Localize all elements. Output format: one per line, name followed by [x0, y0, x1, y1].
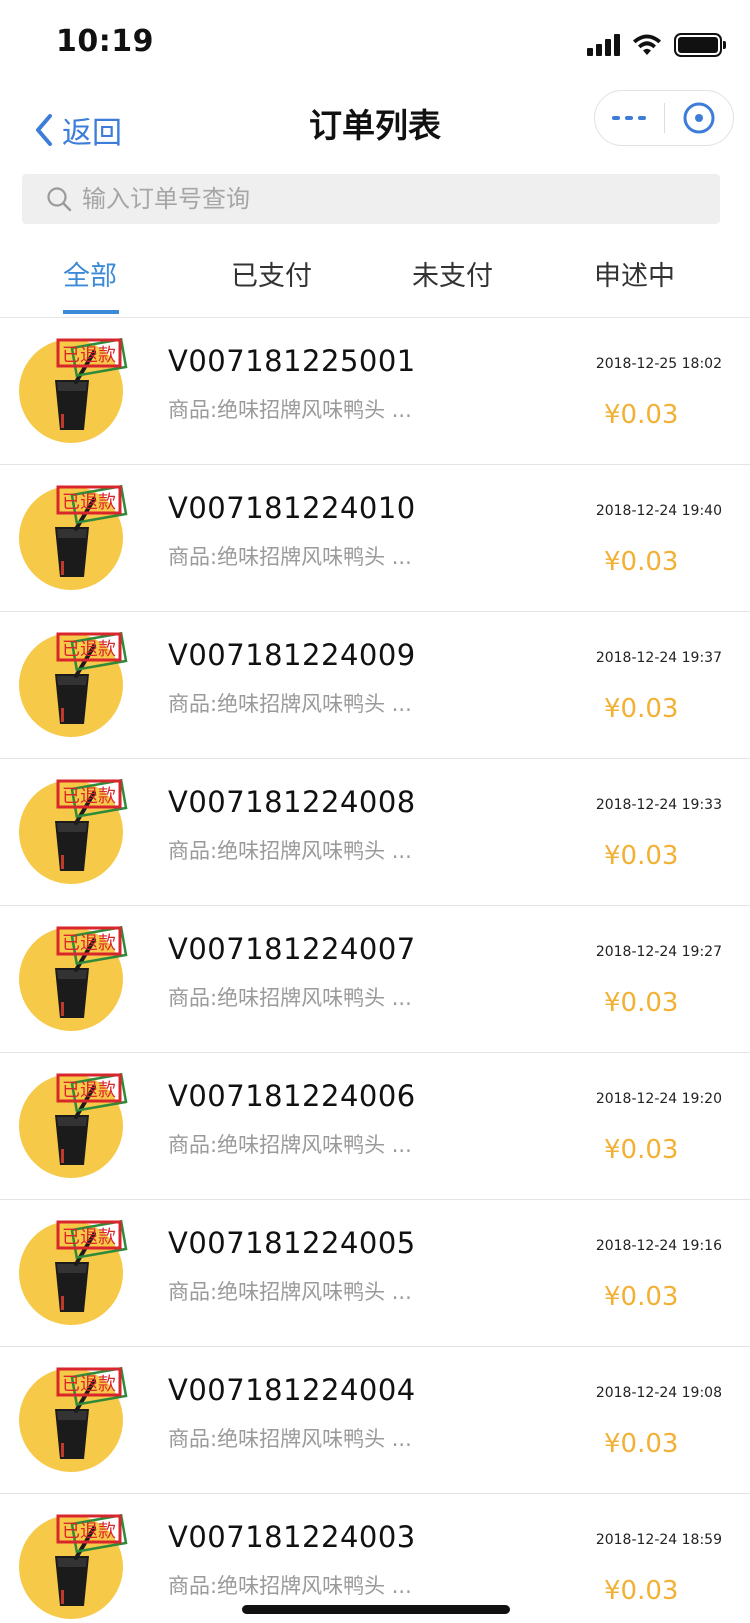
order-number: V007181225001 — [168, 344, 416, 378]
order-list: 已退款 V007181225001 商品:绝味招牌风味鸭头 ... 2018-1… — [0, 318, 750, 1623]
active-tab-indicator — [63, 310, 119, 314]
product-thumbnail-icon: 已退款 — [19, 1513, 128, 1619]
product-thumbnail-icon: 已退款 — [19, 778, 128, 884]
order-time: 2018-12-24 19:27 — [595, 944, 722, 960]
battery-icon — [674, 33, 726, 57]
refunded-stamp: 已退款 — [62, 1227, 116, 1248]
order-number: V007181224003 — [168, 1520, 416, 1554]
home-indicator — [242, 1605, 510, 1614]
order-row[interactable]: 已退款 V007181224008 商品:绝味招牌风味鸭头 ... 2018-1… — [0, 759, 750, 906]
product-thumbnail-icon: 已退款 — [19, 631, 128, 737]
refunded-stamp: 已退款 — [62, 345, 116, 366]
order-price: ¥0.03 — [604, 1429, 679, 1459]
order-time: 2018-12-24 19:40 — [595, 503, 722, 519]
status-bar: 10:19 — [0, 0, 750, 88]
refunded-stamp: 已退款 — [62, 1521, 116, 1542]
order-goods: 商品:绝味招牌风味鸭头 ... — [168, 839, 412, 863]
order-number: V007181224009 — [168, 638, 416, 672]
product-thumbnail-icon: 已退款 — [19, 1072, 128, 1178]
tab-all[interactable]: 全部 — [63, 254, 117, 293]
order-number: V007181224007 — [168, 932, 416, 966]
refunded-stamp: 已退款 — [62, 1374, 116, 1395]
order-price: ¥0.03 — [604, 1282, 679, 1312]
order-time: 2018-12-24 19:33 — [595, 797, 722, 813]
refunded-stamp: 已退款 — [62, 933, 116, 954]
order-number: V007181224004 — [168, 1373, 416, 1407]
tab-unpaid[interactable]: 未支付 — [412, 254, 493, 293]
order-price: ¥0.03 — [604, 988, 679, 1018]
more-dots-icon — [612, 116, 647, 120]
order-number: V007181224005 — [168, 1226, 416, 1260]
tab-paid[interactable]: 已支付 — [231, 254, 312, 293]
order-time: 2018-12-24 19:20 — [595, 1091, 722, 1107]
order-goods: 商品:绝味招牌风味鸭头 ... — [168, 692, 412, 716]
order-row[interactable]: 已退款 V007181224005 商品:绝味招牌风味鸭头 ... 2018-1… — [0, 1200, 750, 1347]
order-goods: 商品:绝味招牌风味鸭头 ... — [168, 545, 412, 569]
filter-tabs: 全部 已支付 未支付 申述中 — [0, 236, 750, 318]
mini-program-capsule — [594, 90, 734, 146]
order-goods: 商品:绝味招牌风味鸭头 ... — [168, 1427, 412, 1451]
order-price: ¥0.03 — [604, 1135, 679, 1165]
order-number: V007181224010 — [168, 491, 416, 525]
product-thumbnail-icon: 已退款 — [19, 484, 128, 590]
tab-appealing[interactable]: 申述中 — [594, 254, 675, 293]
refunded-stamp: 已退款 — [62, 492, 116, 513]
order-time: 2018-12-24 19:37 — [595, 650, 722, 666]
order-row[interactable]: 已退款 V007181224010 商品:绝味招牌风味鸭头 ... 2018-1… — [0, 465, 750, 612]
order-row[interactable]: 已退款 V007181224009 商品:绝味招牌风味鸭头 ... 2018-1… — [0, 612, 750, 759]
product-thumbnail-icon: 已退款 — [19, 925, 128, 1031]
refunded-stamp: 已退款 — [62, 639, 116, 660]
status-time: 10:19 — [56, 24, 154, 59]
nav-bar: 返回 订单列表 — [0, 88, 750, 174]
order-goods: 商品:绝味招牌风味鸭头 ... — [168, 1133, 412, 1157]
search-input[interactable] — [82, 185, 682, 213]
close-miniprogram-button[interactable] — [665, 90, 734, 146]
order-goods: 商品:绝味招牌风味鸭头 ... — [168, 1574, 412, 1598]
status-icons — [587, 30, 726, 60]
order-price: ¥0.03 — [604, 400, 679, 430]
order-time: 2018-12-24 19:16 — [595, 1238, 722, 1254]
refunded-stamp: 已退款 — [62, 786, 116, 807]
order-row[interactable]: 已退款 V007181224006 商品:绝味招牌风味鸭头 ... 2018-1… — [0, 1053, 750, 1200]
order-number: V007181224006 — [168, 1079, 416, 1113]
order-row[interactable]: 已退款 V007181224003 商品:绝味招牌风味鸭头 ... 2018-1… — [0, 1494, 750, 1623]
order-row[interactable]: 已退款 V007181224004 商品:绝味招牌风味鸭头 ... 2018-1… — [0, 1347, 750, 1494]
order-row[interactable]: 已退款 V007181224007 商品:绝味招牌风味鸭头 ... 2018-1… — [0, 906, 750, 1053]
product-thumbnail-icon: 已退款 — [19, 1219, 128, 1325]
order-price: ¥0.03 — [604, 1576, 679, 1606]
order-goods: 商品:绝味招牌风味鸭头 ... — [168, 398, 412, 422]
order-time: 2018-12-25 18:02 — [595, 356, 722, 372]
order-goods: 商品:绝味招牌风味鸭头 ... — [168, 1280, 412, 1304]
product-thumbnail-icon: 已退款 — [19, 1366, 128, 1472]
more-button[interactable] — [595, 90, 664, 146]
order-price: ¥0.03 — [604, 694, 679, 724]
search-icon — [47, 187, 72, 212]
product-thumbnail-icon: 已退款 — [19, 337, 128, 443]
wifi-icon — [633, 34, 661, 55]
order-price: ¥0.03 — [604, 547, 679, 577]
cellular-signal-icon — [587, 34, 620, 56]
search-bar — [22, 174, 720, 224]
order-price: ¥0.03 — [604, 841, 679, 871]
close-circle-icon — [683, 102, 715, 134]
order-number: V007181224008 — [168, 785, 416, 819]
order-time: 2018-12-24 19:08 — [595, 1385, 722, 1401]
order-row[interactable]: 已退款 V007181225001 商品:绝味招牌风味鸭头 ... 2018-1… — [0, 318, 750, 465]
refunded-stamp: 已退款 — [62, 1080, 116, 1101]
order-goods: 商品:绝味招牌风味鸭头 ... — [168, 986, 412, 1010]
order-time: 2018-12-24 18:59 — [595, 1532, 722, 1548]
